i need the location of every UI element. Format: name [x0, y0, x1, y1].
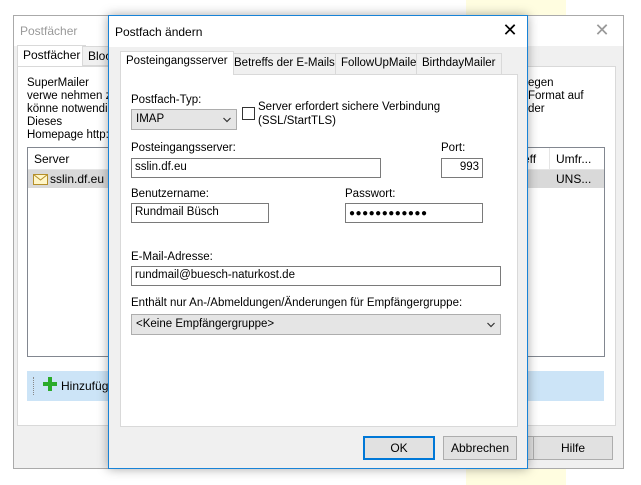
plus-icon[interactable]: [42, 376, 58, 392]
column-header-server[interactable]: Server: [34, 152, 69, 166]
port-field[interactable]: 993: [441, 158, 483, 178]
tab-followupmailer[interactable]: FollowUpMailer: [335, 53, 427, 74]
edit-mailbox-dialog: Postfach ändern ✕ Posteingangsserver Bet…: [108, 15, 528, 469]
column-header-umfr[interactable]: Umfr...: [556, 152, 591, 166]
cancel-button[interactable]: Abbrechen: [443, 436, 517, 460]
chevron-down-icon: [223, 117, 231, 123]
tab-posteingangsserver[interactable]: Posteingangsserver: [120, 51, 234, 75]
mailbox-type-label: Postfach-Typ:: [131, 94, 202, 106]
row-server-name: sslin.df.eu: [50, 172, 105, 186]
mailbox-type-value: IMAP: [136, 113, 165, 125]
tab-birthdaymailer[interactable]: BirthdayMailer: [416, 53, 502, 74]
mailbox-type-select[interactable]: IMAP: [131, 109, 237, 130]
recipient-group-select[interactable]: <Keine Empfängergruppe>: [131, 314, 501, 335]
password-label: Passwort:: [345, 188, 396, 200]
dialog-titlebar: Postfach ändern ✕: [109, 16, 527, 47]
dialog-title: Postfach ändern: [115, 25, 203, 39]
mailbox-envelope-icon: [33, 174, 48, 185]
email-label: E-Mail-Adresse:: [131, 251, 213, 263]
column-divider[interactable]: [549, 148, 550, 170]
tab-postfaecher[interactable]: Postfächer: [17, 45, 87, 67]
port-label: Port:: [441, 142, 466, 154]
recipient-group-value: <Keine Empfängergruppe>: [136, 318, 275, 330]
tab-betreffs[interactable]: Betreffs der E-Mails: [228, 53, 341, 74]
ok-button[interactable]: OK: [363, 436, 435, 460]
intro-text: SuperMailer verwe nehmen zu könne notwen…: [27, 77, 118, 141]
incoming-server-label: Posteingangsserver:: [131, 142, 236, 154]
chevron-down-icon: [487, 322, 495, 328]
help-button[interactable]: Hilfe: [533, 436, 613, 460]
close-icon[interactable]: ✕: [499, 20, 521, 42]
secure-connection-label-sub: (SSL/StartTLS): [258, 115, 336, 127]
mailboxes-window-title: Postfächer: [20, 24, 78, 38]
intro-text-right: egen Format auf der: [528, 77, 584, 115]
secure-connection-checkbox[interactable]: [242, 107, 255, 120]
toolbar-grip-icon[interactable]: [33, 377, 36, 395]
incoming-server-field[interactable]: sslin.df.eu: [131, 158, 381, 178]
email-field[interactable]: rundmail@buesch-naturkost.de: [131, 266, 501, 286]
username-label: Benutzername:: [131, 188, 209, 200]
password-field[interactable]: ●●●●●●●●●●●●: [345, 203, 483, 223]
posteingangsserver-panel: Postfach-Typ: IMAP Server erfordert sich…: [120, 74, 518, 427]
recipient-group-label: Enthält nur An-/Abmeldungen/Änderungen f…: [131, 297, 463, 309]
close-icon[interactable]: ✕: [591, 21, 613, 41]
add-button[interactable]: Hinzufüge: [61, 379, 115, 393]
username-field[interactable]: Rundmail Büsch: [131, 203, 269, 223]
secure-connection-label: Server erfordert sichere Verbindung: [258, 101, 441, 113]
row-umfr-value: UNS...: [556, 172, 592, 186]
